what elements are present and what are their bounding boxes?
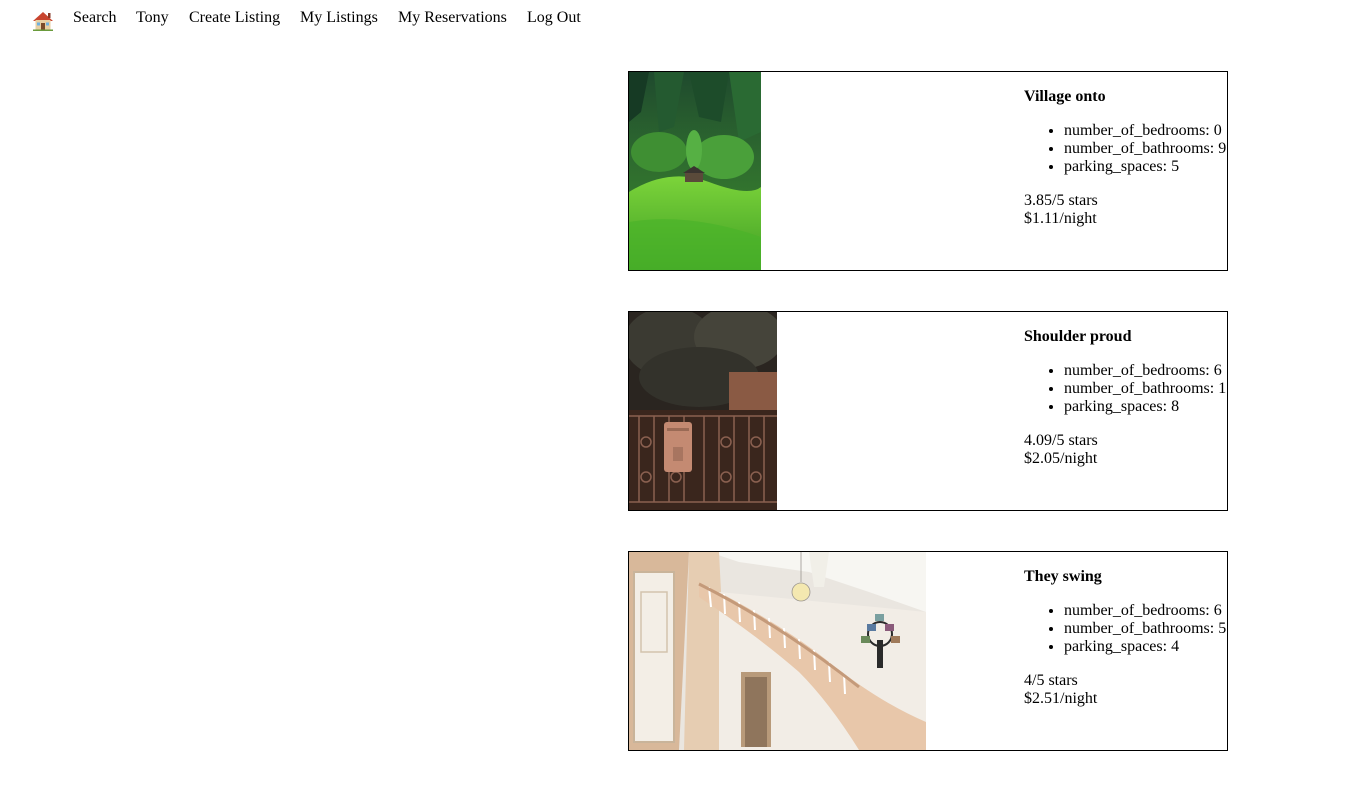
listing-title: Shoulder proud <box>1024 328 1132 345</box>
amenity-bedrooms: number_of_bedrooms: 6 <box>1064 362 1244 380</box>
nav-search-link[interactable]: Search <box>73 9 117 27</box>
listing-info: Village onto number_of_bedrooms: 0 numbe… <box>1024 88 1244 228</box>
listing-rating: 4.09/5 stars <box>1024 432 1098 449</box>
listing-card[interactable]: They swing number_of_bedrooms: 6 number_… <box>628 551 1228 751</box>
nav-my-listings-link[interactable]: My Listings <box>300 9 378 27</box>
amenity-bedrooms: number_of_bedrooms: 0 <box>1064 122 1244 140</box>
nav-log-out-link[interactable]: Log Out <box>527 9 581 27</box>
listing-price: $1.11/night <box>1024 210 1097 227</box>
listing-price: $2.05/night <box>1024 450 1098 467</box>
amenity-parking: parking_spaces: 5 <box>1064 158 1244 176</box>
listing-card[interactable]: Village onto number_of_bedrooms: 0 numbe… <box>628 71 1228 271</box>
amenity-bathrooms: number_of_bathrooms: 1 <box>1064 380 1244 398</box>
amenity-list: number_of_bedrooms: 6 number_of_bathroom… <box>1024 602 1244 656</box>
nav-user-link[interactable]: Tony <box>136 9 169 27</box>
listing-info: Shoulder proud number_of_bedrooms: 6 num… <box>1024 328 1244 468</box>
listing-photo-gate-mailbox <box>629 312 777 510</box>
listing-title: They swing <box>1024 568 1102 585</box>
listing-card[interactable]: Shoulder proud number_of_bedrooms: 6 num… <box>628 311 1228 511</box>
house-icon <box>33 12 53 31</box>
amenity-list: number_of_bedrooms: 6 number_of_bathroom… <box>1024 362 1244 416</box>
amenity-bathrooms: number_of_bathrooms: 9 <box>1064 140 1244 158</box>
amenity-bedrooms: number_of_bedrooms: 6 <box>1064 602 1244 620</box>
listing-rating: 3.85/5 stars <box>1024 192 1098 209</box>
home-icon[interactable] <box>32 10 54 32</box>
listing-price: $2.51/night <box>1024 690 1098 707</box>
listing-title: Village onto <box>1024 88 1106 105</box>
amenity-bathrooms: number_of_bathrooms: 5 <box>1064 620 1244 638</box>
listing-list: Village onto number_of_bedrooms: 0 numbe… <box>628 71 1228 791</box>
amenity-parking: parking_spaces: 4 <box>1064 638 1244 656</box>
listing-info: They swing number_of_bedrooms: 6 number_… <box>1024 568 1244 708</box>
top-nav: Search Tony Create Listing My Listings M… <box>0 0 1361 36</box>
nav-my-reservations-link[interactable]: My Reservations <box>398 9 507 27</box>
amenity-parking: parking_spaces: 8 <box>1064 398 1244 416</box>
listing-photo-staircase-foyer <box>629 552 926 750</box>
listing-rating: 4/5 stars <box>1024 672 1078 689</box>
nav-create-listing-link[interactable]: Create Listing <box>189 9 280 27</box>
amenity-list: number_of_bedrooms: 0 number_of_bathroom… <box>1024 122 1244 176</box>
listing-photo-forest-cabin <box>629 72 761 270</box>
